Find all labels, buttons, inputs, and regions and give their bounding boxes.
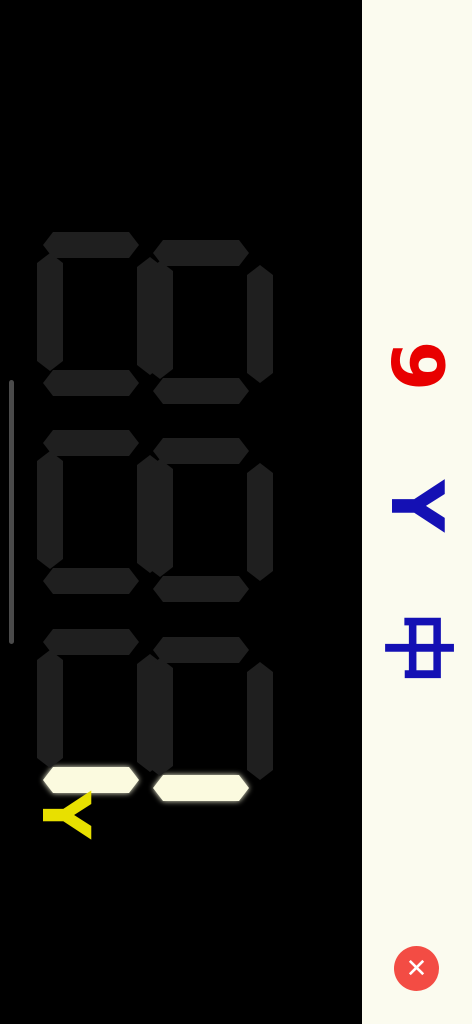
segment-row1-right-bottom bbox=[153, 378, 249, 404]
segment-row1-right-left bbox=[147, 261, 173, 379]
segment-row1-right-top bbox=[153, 240, 249, 266]
segment-row3-right-bottom bbox=[153, 775, 249, 801]
segment-row3-right-top bbox=[153, 637, 249, 663]
segment-row1-left-top bbox=[43, 232, 139, 258]
segment-digits bbox=[37, 232, 273, 801]
panel-char-nine[interactable]: 9 bbox=[375, 311, 459, 421]
segment-row3-left-left bbox=[37, 650, 63, 768]
panel-char-y[interactable]: Y bbox=[375, 451, 459, 561]
segment-row2-right-left bbox=[147, 459, 173, 577]
seven-segment-display: Y bbox=[0, 0, 362, 1024]
segment-row3-right-right bbox=[247, 662, 273, 780]
segment-row2-left-top bbox=[43, 430, 139, 456]
segment-row1-left-left bbox=[37, 253, 63, 371]
segment-row2-right-top bbox=[153, 438, 249, 464]
segment-row2-left-left bbox=[37, 451, 63, 569]
close-icon: ✕ bbox=[405, 953, 428, 984]
segment-row2-left-bottom bbox=[43, 568, 139, 594]
close-button[interactable]: ✕ bbox=[394, 946, 439, 991]
segment-row1-right-right bbox=[247, 265, 273, 383]
panel-char-zhong[interactable]: 中 bbox=[375, 593, 459, 703]
selected-character-badge: Y bbox=[27, 791, 104, 839]
segment-row3-left-top bbox=[43, 629, 139, 655]
segment-row2-right-right bbox=[247, 463, 273, 581]
segment-row1-left-bottom bbox=[43, 370, 139, 396]
segment-row3-right-left bbox=[147, 658, 173, 776]
segment-row2-right-bottom bbox=[153, 576, 249, 602]
